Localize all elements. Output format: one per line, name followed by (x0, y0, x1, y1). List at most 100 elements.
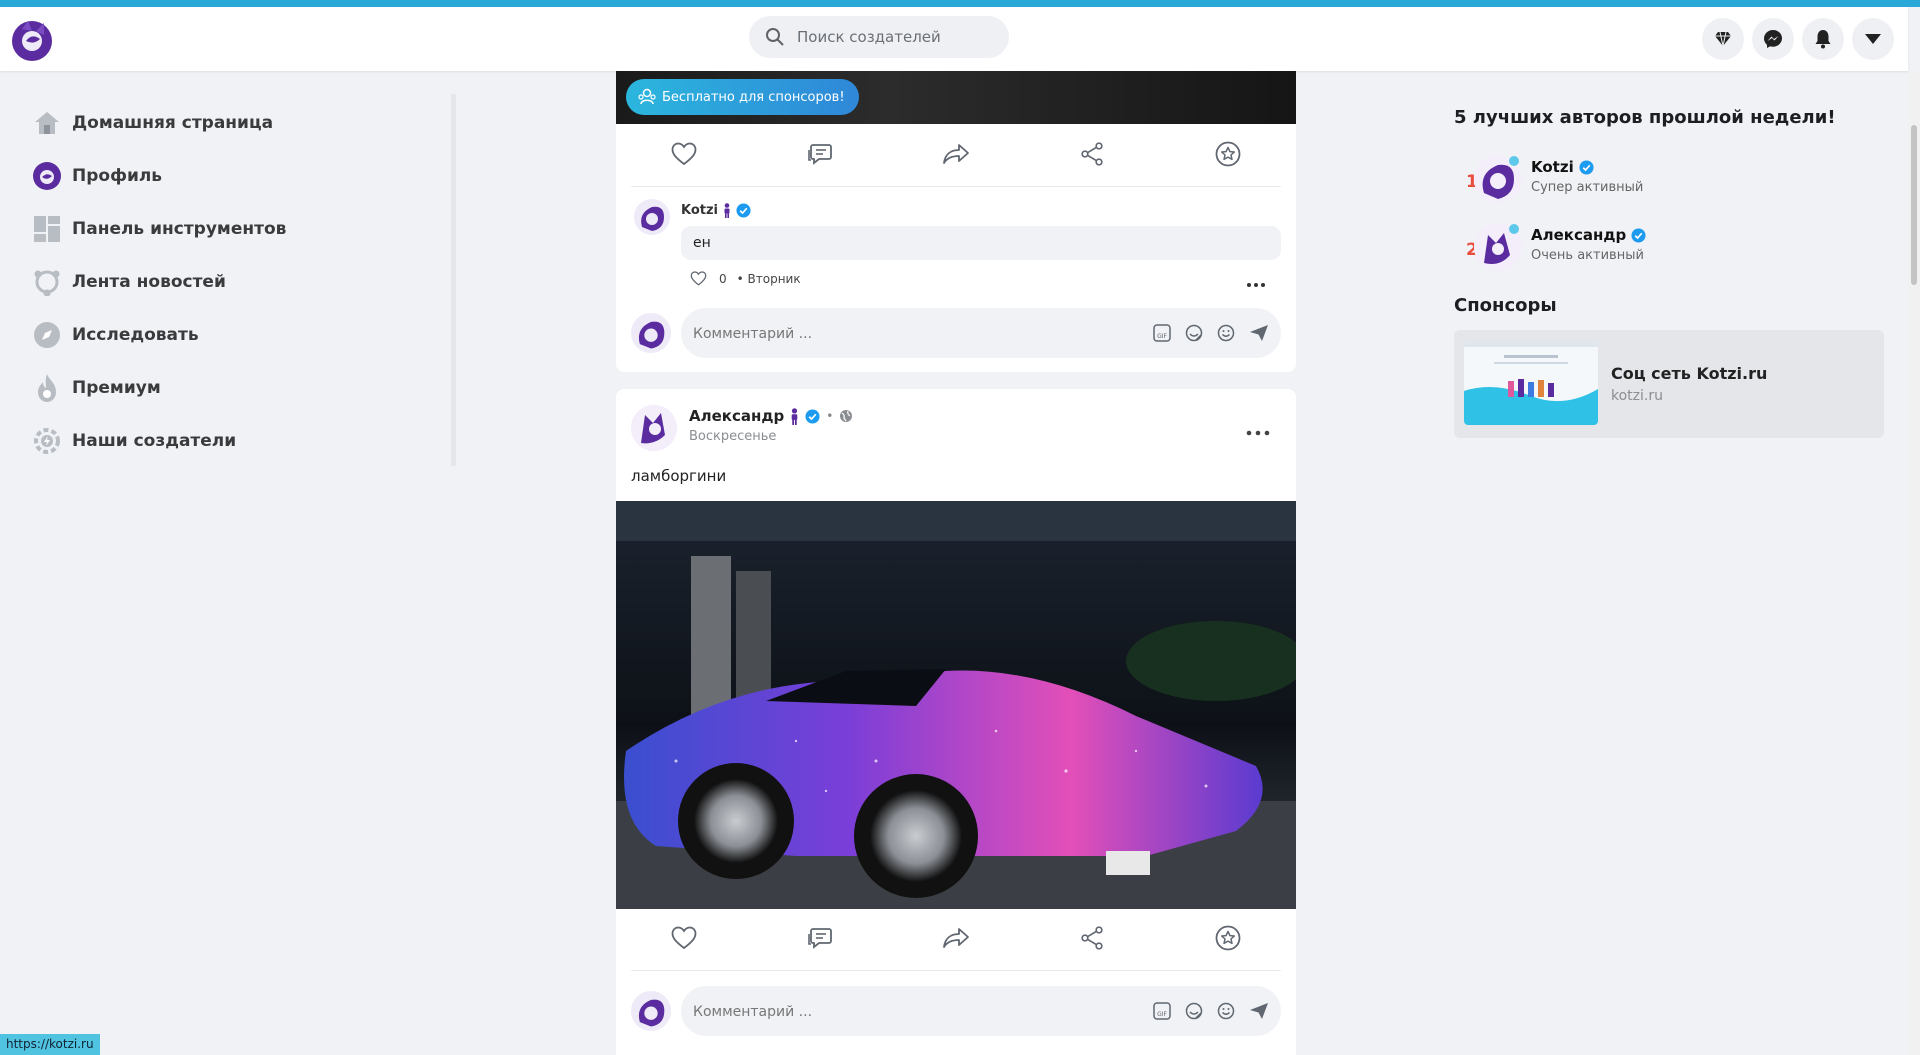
repost-button[interactable] (888, 910, 1024, 966)
sidebar-item-explore[interactable]: Исследовать (32, 308, 452, 361)
avatar-self-icon (631, 991, 671, 1031)
sidebar-item-label: Профиль (72, 165, 163, 186)
comment-button[interactable] (752, 910, 888, 966)
post-actions (616, 126, 1296, 182)
sponsor-thumbnail[interactable] (1464, 341, 1598, 425)
male-gender-icon (791, 407, 798, 425)
divider (631, 186, 1281, 187)
status-bar-url: https://kotzi.ru (0, 1034, 100, 1055)
search-input[interactable] (795, 27, 999, 47)
send-icon[interactable] (1249, 1002, 1269, 1020)
like-button[interactable] (616, 126, 752, 182)
send-icon[interactable] (1249, 324, 1269, 342)
premium-button[interactable] (1702, 18, 1744, 60)
comment-avatar[interactable] (634, 199, 670, 235)
car-photo-image (616, 501, 1296, 909)
author-avatar[interactable] (1474, 155, 1522, 203)
post-author-name: Александр (689, 407, 785, 425)
author-status: Супер активный (1531, 180, 1644, 195)
male-gender-icon (724, 203, 730, 218)
sidebar-item-label: Премиум (72, 377, 161, 398)
account-menu-button[interactable] (1852, 18, 1894, 60)
sticker-icon[interactable] (1185, 324, 1203, 342)
comment-input[interactable] (691, 986, 1095, 1038)
scrollbar-thumb[interactable] (1911, 125, 1917, 285)
header (0, 7, 1908, 71)
top-author-item[interactable]: 2 Александр Очень активный (1454, 218, 1884, 278)
post-card: Александр • Воскресенье ламборгини Комме… (616, 389, 1296, 1055)
composer-avatar (631, 313, 671, 353)
comments-icon (808, 144, 832, 165)
post-more-button[interactable] (1246, 423, 1270, 441)
like-button[interactable] (616, 910, 752, 966)
sidebar-divider (451, 94, 456, 466)
svg-text:GIF: GIF (1157, 1011, 1167, 1018)
post-author[interactable]: Александр • (689, 407, 853, 425)
favorite-button[interactable] (1160, 126, 1296, 182)
post-author-avatar[interactable] (631, 405, 677, 451)
flame-icon (32, 373, 62, 403)
search-box[interactable] (749, 16, 1009, 58)
messenger-icon (1764, 30, 1782, 48)
avatar-kotzi-icon (1474, 155, 1522, 203)
top-author-item[interactable]: 1 Kotzi Супер активный (1454, 150, 1884, 210)
comment-button[interactable] (752, 126, 888, 182)
emoji-icon[interactable] (1217, 324, 1235, 342)
post-time[interactable]: Воскресенье (689, 429, 776, 444)
share-button[interactable] (1024, 126, 1160, 182)
post-actions (616, 910, 1296, 966)
sponsor-url[interactable]: kotzi.ru (1611, 388, 1663, 404)
avatar-alexander-icon (1474, 223, 1522, 271)
sidebar-item-label: Наши создатели (72, 430, 237, 451)
sticker-icon[interactable] (1185, 1002, 1203, 1020)
sponsor-name[interactable]: Соц сеть Kotzi.ru (1611, 364, 1767, 383)
share-icon (1081, 142, 1103, 166)
home-icon (32, 108, 62, 138)
star-icon (1215, 141, 1241, 167)
post-image-partial: Бесплатно для спонсоров! (616, 71, 1296, 124)
author-avatar[interactable] (1474, 223, 1522, 271)
sidebar-item-label: Исследовать (72, 324, 199, 345)
sidebar-item-dashboard[interactable]: Панель инструментов (32, 202, 452, 255)
messages-button[interactable] (1752, 18, 1794, 60)
site-logo[interactable] (8, 15, 56, 63)
post-image[interactable] (616, 501, 1296, 909)
compass-icon (32, 320, 62, 350)
favorite-button[interactable] (1160, 910, 1296, 966)
share-button[interactable] (1024, 910, 1160, 966)
sidebar-item-profile[interactable]: Профиль (32, 149, 452, 202)
sponsor-free-badge[interactable]: Бесплатно для спонсоров! (626, 79, 859, 115)
logo-icon (12, 21, 52, 61)
sidebar-item-premium[interactable]: Премиум (32, 361, 452, 414)
comment-meta: 0 • Вторник (690, 271, 801, 286)
comment-like-icon[interactable] (690, 271, 707, 286)
comment-input[interactable] (691, 308, 1095, 360)
dot-separator: • (826, 409, 834, 423)
repost-button[interactable] (888, 126, 1024, 182)
creators-gear-icon (32, 426, 62, 456)
page-scrollbar[interactable] (1908, 71, 1920, 1055)
sidebar-item-creators[interactable]: Наши создатели (32, 414, 452, 467)
comment-author[interactable]: Kotzi (681, 203, 751, 218)
newsfeed-icon (32, 267, 62, 297)
diamond-icon (1715, 31, 1731, 47)
bell-icon (1815, 30, 1831, 49)
heart-icon (671, 926, 697, 950)
composer-tools: GIF (1153, 986, 1269, 1036)
post-card: Бесплатно для спонсоров! Kotzi ен 0 • Вт… (616, 71, 1296, 372)
globe-icon (840, 410, 853, 422)
comment-composer: GIF (681, 308, 1281, 360)
notifications-button[interactable] (1802, 18, 1844, 60)
comment-more-button[interactable] (1246, 275, 1266, 293)
sidebar-item-newsfeed[interactable]: Лента новостей (32, 255, 452, 308)
star-icon (1215, 925, 1241, 951)
gif-icon[interactable]: GIF (1153, 1002, 1171, 1020)
emoji-icon[interactable] (1217, 1002, 1235, 1020)
sidebar-item-home[interactable]: Домашняя страница (32, 96, 452, 149)
gif-icon[interactable]: GIF (1153, 324, 1171, 342)
sponsor-card[interactable]: Соц сеть Kotzi.ru kotzi.ru (1454, 330, 1884, 438)
sponsors-icon (638, 88, 656, 105)
composer-tools: GIF (1153, 308, 1269, 358)
comment-like-count: 0 (719, 271, 727, 286)
heart-icon (671, 142, 697, 166)
